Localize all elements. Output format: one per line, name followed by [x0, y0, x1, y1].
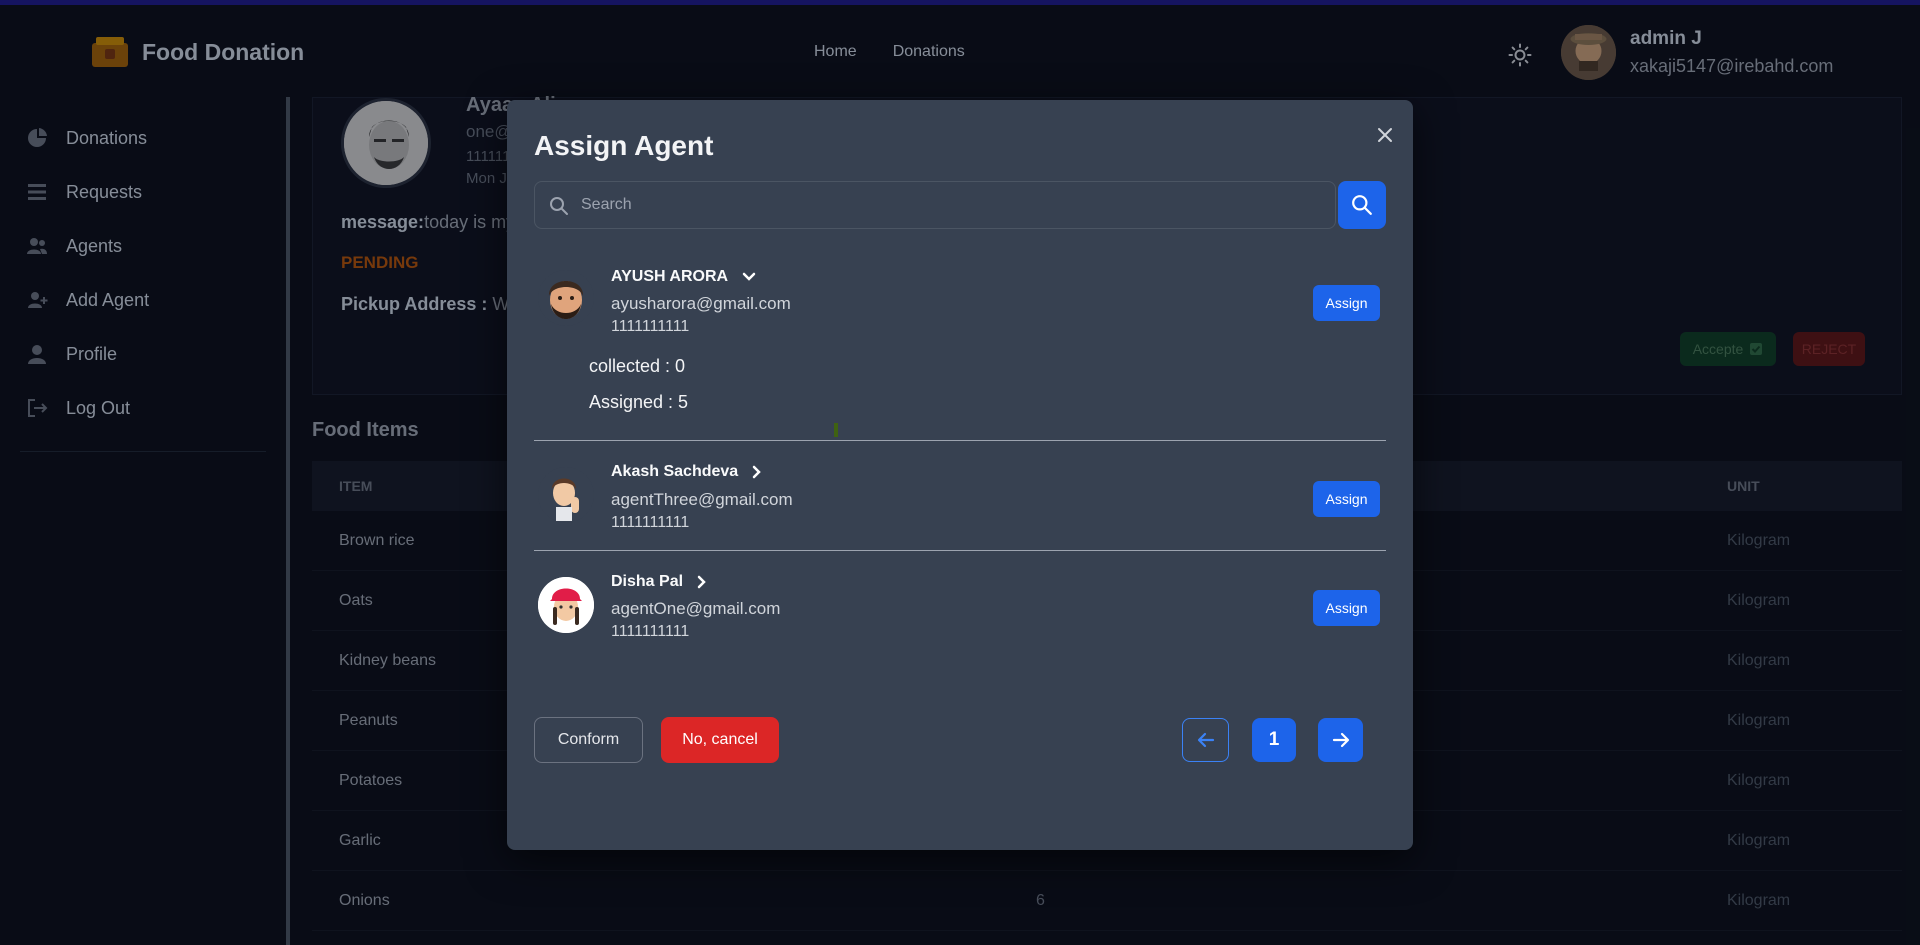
- close-button[interactable]: [1370, 120, 1400, 150]
- agent-name-text: AYUSH ARORA: [611, 268, 729, 285]
- search-input[interactable]: [535, 182, 1335, 228]
- chevron-right-icon[interactable]: [697, 575, 707, 589]
- agent-name-text: Disha Pal: [611, 573, 684, 590]
- modal-title: Assign Agent: [534, 130, 714, 161]
- agent-email: agentOne@gmail.com: [611, 599, 781, 618]
- chevron-down-icon[interactable]: [742, 272, 756, 282]
- list-item: Disha Pal agentOne@gmail.com 1111111111 …: [534, 565, 1386, 655]
- chevron-right-icon[interactable]: [752, 465, 762, 479]
- previous-page-button[interactable]: [1182, 718, 1229, 762]
- assigned-count: Assigned : 5: [589, 392, 689, 412]
- agent-email: agentThree@gmail.com: [611, 490, 793, 509]
- next-page-button[interactable]: [1318, 718, 1363, 762]
- page-number-button[interactable]: 1: [1252, 718, 1296, 762]
- list-item: AYUSH ARORA ayusharora@gmail.com 1111111…: [534, 260, 1386, 420]
- close-icon: [1378, 128, 1392, 142]
- agent-name-text: Akash Sachdeva: [611, 463, 739, 480]
- assign-button[interactable]: Assign: [1313, 481, 1380, 517]
- cursor-marker: [834, 423, 838, 437]
- divider: [534, 440, 1386, 441]
- divider: [534, 550, 1386, 551]
- agent-phone: 1111111111: [611, 623, 690, 640]
- avatar: [538, 270, 594, 326]
- assign-button[interactable]: Assign: [1313, 590, 1380, 626]
- search-field: [534, 181, 1336, 229]
- agent-name: AYUSH ARORA: [611, 268, 756, 286]
- cancel-button[interactable]: No, cancel: [661, 717, 779, 763]
- assign-button[interactable]: Assign: [1313, 285, 1380, 321]
- collected-count: collected : 0: [589, 356, 686, 376]
- search-button[interactable]: [1338, 181, 1386, 229]
- list-item: Akash Sachdeva agentThree@gmail.com 1111…: [534, 455, 1386, 545]
- agent-phone: 1111111111: [611, 514, 690, 531]
- agent-name: Akash Sachdeva: [611, 463, 762, 481]
- arrow-left-icon: [1197, 732, 1214, 748]
- agent-email: ayusharora@gmail.com: [611, 294, 791, 313]
- agent-name: Disha Pal: [611, 573, 707, 591]
- avatar: [538, 577, 594, 633]
- search-icon: [550, 197, 568, 215]
- avatar: [538, 467, 594, 523]
- assign-agent-modal: Assign Agent AYUSH ARORA ayusharora@gmai…: [507, 100, 1413, 850]
- conform-button[interactable]: Conform: [534, 717, 643, 763]
- arrow-right-icon: [1332, 732, 1349, 748]
- agent-phone: 1111111111: [611, 318, 690, 335]
- search-icon: [1352, 195, 1372, 215]
